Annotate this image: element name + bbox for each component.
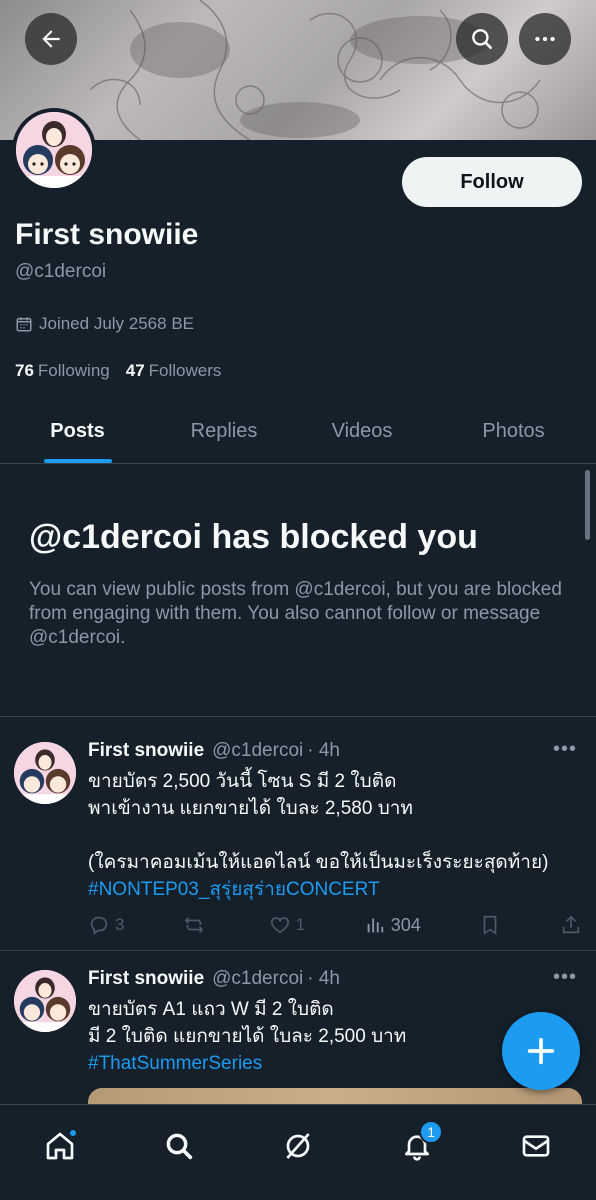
- blocked-message: You can view public posts from @c1dercoi…: [29, 579, 562, 648]
- post-header: First snowiie @c1dercoi · 4h: [88, 968, 340, 990]
- post-avatar[interactable]: [14, 970, 76, 1032]
- post-more-button[interactable]: •••: [553, 966, 577, 989]
- follow-button[interactable]: Follow: [402, 157, 582, 207]
- repost-button[interactable]: [183, 914, 210, 936]
- mail-icon: [523, 1134, 550, 1157]
- post-line: ขายบัตร 2,500 วันนี้ โซน S มี 2 ใบติด: [88, 771, 397, 792]
- compose-button[interactable]: [502, 1012, 580, 1090]
- analytics-icon: [367, 918, 383, 933]
- avatar-image: [16, 112, 92, 188]
- post-time: · 4h: [307, 968, 340, 989]
- back-button[interactable]: [25, 13, 77, 65]
- arrow-left-icon: [42, 30, 60, 48]
- bottom-navigation: 1: [0, 1104, 596, 1200]
- nav-home[interactable]: [30, 1116, 90, 1176]
- share-button[interactable]: [560, 914, 582, 936]
- bookmark-icon: [484, 915, 497, 935]
- post-author-name[interactable]: First snowiie: [88, 968, 204, 990]
- joined-text: Joined July 2568 BE: [39, 314, 194, 333]
- notifications-badge: 1: [419, 1119, 444, 1144]
- profile-banner[interactable]: [0, 0, 596, 140]
- views-button[interactable]: 304: [364, 914, 421, 936]
- followers-link[interactable]: 47 Followers: [126, 361, 222, 381]
- reply-icon: [90, 916, 108, 935]
- post-author-name[interactable]: First snowiie: [88, 740, 204, 762]
- home-unread-dot: [67, 1127, 78, 1138]
- avatar-image: [14, 742, 76, 804]
- like-count: 1: [295, 915, 306, 934]
- post-header: First snowiie @c1dercoi · 4h: [88, 740, 340, 762]
- post-avatar[interactable]: [14, 742, 76, 804]
- avatar-image: [14, 970, 76, 1032]
- profile-avatar[interactable]: [12, 108, 96, 192]
- post-time: · 4h: [307, 740, 340, 761]
- tab-posts[interactable]: Posts: [0, 400, 155, 463]
- divider: [0, 950, 596, 951]
- nav-messages[interactable]: [506, 1116, 566, 1176]
- divider: [0, 716, 596, 717]
- joined-date: Joined July 2568 BE: [15, 314, 194, 334]
- nav-notifications[interactable]: 1: [387, 1116, 447, 1176]
- nav-search[interactable]: [149, 1116, 209, 1176]
- tab-replies[interactable]: Replies: [155, 400, 293, 463]
- profile-name: First snowiie: [15, 218, 199, 251]
- view-count: 304: [390, 914, 421, 935]
- more-horizontal-icon: [535, 36, 555, 42]
- plus-icon: [527, 1037, 555, 1065]
- blocked-title: @c1dercoi has blocked you: [29, 518, 478, 556]
- post-hashtag[interactable]: #NONTEP03_สุรุ่ยสุร่ายCONCERT: [88, 876, 578, 903]
- calendar-icon: [16, 317, 32, 332]
- tab-videos[interactable]: Videos: [293, 400, 431, 463]
- post-actions: 3 1 304: [88, 914, 582, 936]
- post-author-handle: @c1dercoi: [212, 968, 304, 989]
- bookmark-button[interactable]: [479, 914, 501, 936]
- banner-pattern: [89, 0, 541, 140]
- post-line: ขายบัตร A1 แถว W มี 2 ใบติด: [88, 999, 334, 1020]
- grok-icon: [286, 1132, 310, 1159]
- profile-handle: @c1dercoi: [15, 261, 107, 282]
- post-author-handle: @c1dercoi: [212, 740, 304, 761]
- follow-stats: 76 Following 47 Followers: [15, 361, 221, 381]
- scrollbar[interactable]: [585, 470, 590, 540]
- profile-tabs: Posts Replies Videos Photos: [0, 400, 596, 464]
- search-button[interactable]: [456, 13, 508, 65]
- following-link[interactable]: 76 Following: [15, 361, 110, 381]
- nav-grok[interactable]: [268, 1116, 328, 1176]
- reply-button[interactable]: 3: [88, 914, 124, 936]
- post-text: ขายบัตร 2,500 วันนี้ โซน S มี 2 ใบติด พา…: [88, 768, 578, 903]
- share-icon: [562, 915, 580, 934]
- more-options-button[interactable]: [519, 13, 571, 65]
- repost-icon: [184, 917, 204, 933]
- search-icon: [166, 1133, 192, 1159]
- post-more-button[interactable]: •••: [553, 738, 577, 761]
- search-icon: [472, 29, 492, 49]
- post-line: พาเข้างาน แยกขายได้ ใบละ 2,580 บาท: [88, 798, 413, 819]
- reply-count: 3: [115, 915, 125, 934]
- heart-icon: [270, 917, 289, 934]
- tab-photos[interactable]: Photos: [431, 400, 596, 463]
- like-button[interactable]: 1: [269, 914, 305, 936]
- post-line: (ใครมาคอมเม้นให้แอดไลน์ ขอให้เป็นมะเร็งร…: [88, 852, 549, 873]
